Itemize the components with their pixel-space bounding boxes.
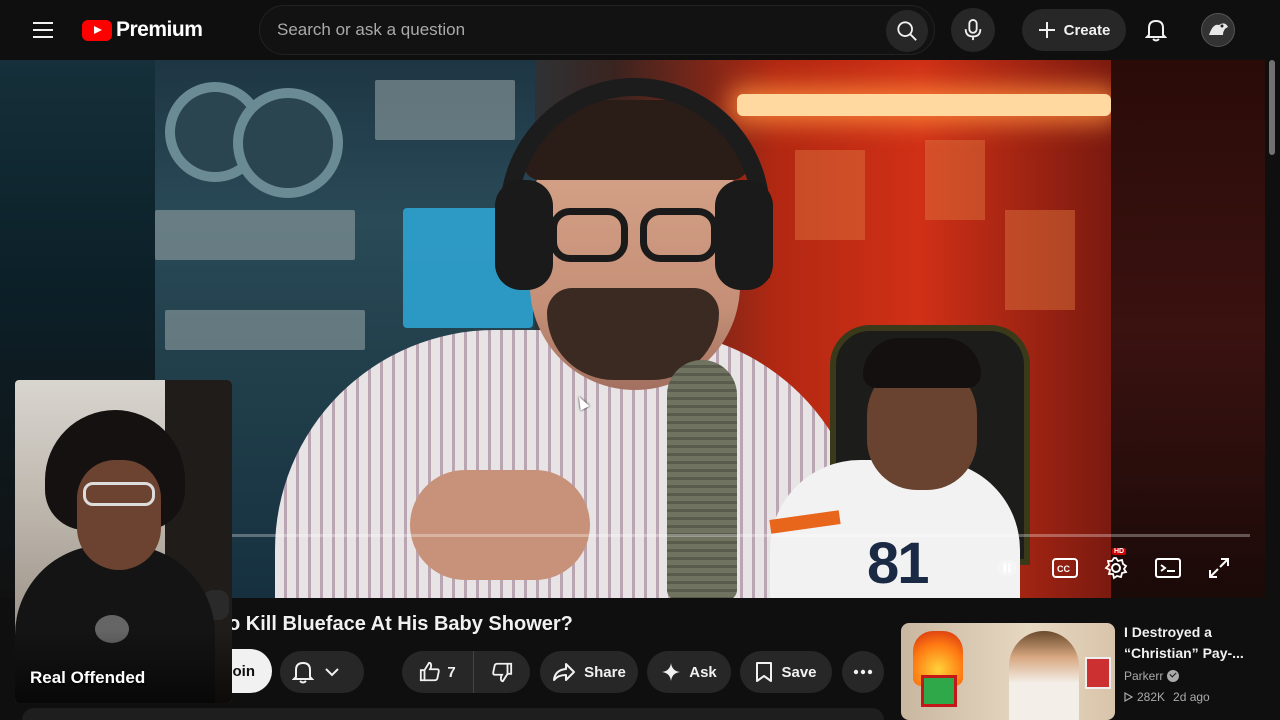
search-bar xyxy=(259,5,935,55)
wall-poster xyxy=(1005,210,1075,310)
share-label: Share xyxy=(584,663,626,681)
menu-button[interactable] xyxy=(24,14,64,46)
sparkle-icon xyxy=(662,663,681,681)
picture-frame xyxy=(1085,657,1111,689)
pause-button[interactable] xyxy=(992,550,1022,586)
webcam-gradient xyxy=(15,630,232,703)
fullscreen-icon xyxy=(1209,558,1229,578)
more-horizontal-icon xyxy=(853,669,873,675)
search-button[interactable] xyxy=(886,10,928,52)
like-count: 7 xyxy=(447,663,456,681)
gear-icon xyxy=(1104,557,1128,580)
bell-icon xyxy=(292,661,314,684)
video-frame: 81 xyxy=(155,60,1111,598)
recommended-video-meta: 282K 2d ago xyxy=(1124,690,1210,704)
view-count: 282K xyxy=(1137,690,1166,704)
hd-badge: HD xyxy=(1112,548,1127,555)
cc-icon: CC xyxy=(1052,558,1078,578)
ask-label: Ask xyxy=(689,663,717,681)
notifications-button[interactable] xyxy=(1134,8,1178,52)
verified-icon xyxy=(1167,670,1180,682)
search-input[interactable] xyxy=(277,20,857,40)
captions-button[interactable]: CC xyxy=(1047,550,1083,586)
thumbnail-person xyxy=(1009,631,1079,720)
mic-icon xyxy=(964,19,982,41)
thumbs-down-icon xyxy=(492,662,513,683)
upload-age: 2d ago xyxy=(1173,690,1210,704)
recommended-video-title[interactable]: I Destroyed a “Christian” Pay-... xyxy=(1124,622,1254,664)
recommended-video-thumbnail[interactable] xyxy=(901,623,1115,720)
create-button[interactable]: Create xyxy=(1022,9,1126,51)
dislike-button[interactable] xyxy=(474,651,530,693)
video-title: o Kill Blueface At His Baby Shower? xyxy=(228,613,573,635)
wall-poster xyxy=(925,140,985,220)
glasses-lens xyxy=(550,208,628,262)
streamer-glasses xyxy=(83,482,155,506)
gift-graphic xyxy=(921,675,957,707)
share-button[interactable]: Share xyxy=(540,651,638,693)
youtube-play-icon xyxy=(82,19,112,41)
streamer-name: Real Offended xyxy=(30,668,146,687)
page-scrollbar[interactable] xyxy=(1265,60,1280,720)
miniplayer-button[interactable] xyxy=(1150,550,1186,586)
save-button[interactable]: Save xyxy=(740,651,832,693)
ambient-right xyxy=(1111,60,1265,598)
youtube-premium-logo[interactable]: Premium xyxy=(82,18,203,42)
webcam-overlay: Real Offended xyxy=(15,380,232,703)
bookmark-icon xyxy=(756,662,773,682)
account-avatar[interactable] xyxy=(1201,13,1235,47)
like-button[interactable]: 7 xyxy=(402,651,474,693)
logo-text: Premium xyxy=(116,18,203,41)
progress-bar[interactable] xyxy=(232,534,1250,537)
channel-name: Parkerr xyxy=(1124,669,1164,683)
svg-text:CC: CC xyxy=(1057,564,1070,574)
recommended-video-channel[interactable]: Parkerr xyxy=(1124,669,1180,683)
voice-search-button[interactable] xyxy=(951,8,995,52)
search-icon xyxy=(897,21,917,41)
scrollbar-thumb[interactable] xyxy=(1269,60,1275,155)
headphone-cup xyxy=(715,180,773,290)
fullscreen-button[interactable] xyxy=(1201,550,1237,586)
reactor-headphones xyxy=(863,338,981,388)
play-icon xyxy=(1124,692,1133,702)
plus-icon xyxy=(1038,22,1055,38)
top-bar: Premium Create xyxy=(0,0,1280,60)
thumbs-up-icon xyxy=(420,661,441,682)
equipment-rack xyxy=(375,80,515,140)
chevron-down-icon xyxy=(325,668,339,677)
like-dislike-group: 7 xyxy=(402,651,530,693)
jersey-number: 81 xyxy=(867,531,929,596)
hamburger-icon xyxy=(33,22,53,38)
more-actions-button[interactable] xyxy=(842,651,884,693)
host-fist xyxy=(410,470,590,580)
wall-poster xyxy=(795,150,865,240)
join-label: oin xyxy=(232,662,256,680)
equipment-rack xyxy=(155,210,355,260)
ask-button[interactable]: Ask xyxy=(647,651,731,693)
equipment-rack xyxy=(165,310,365,350)
subscription-notifications-button[interactable] xyxy=(280,651,364,693)
glasses-lens xyxy=(640,208,718,262)
streamer-face xyxy=(77,460,161,570)
tape-reel xyxy=(233,88,343,198)
save-label: Save xyxy=(781,663,817,681)
create-label: Create xyxy=(1063,21,1111,39)
neon-light xyxy=(737,94,1111,116)
pause-icon xyxy=(998,559,1016,577)
settings-button[interactable]: HD xyxy=(1098,548,1134,586)
miniplayer-icon xyxy=(1155,558,1181,578)
avatar-image xyxy=(1209,23,1228,35)
share-icon xyxy=(553,663,576,681)
description-box[interactable] xyxy=(22,708,884,720)
studio-microphone xyxy=(667,360,737,598)
bell-icon xyxy=(1145,19,1167,42)
headphone-cup xyxy=(495,180,553,290)
